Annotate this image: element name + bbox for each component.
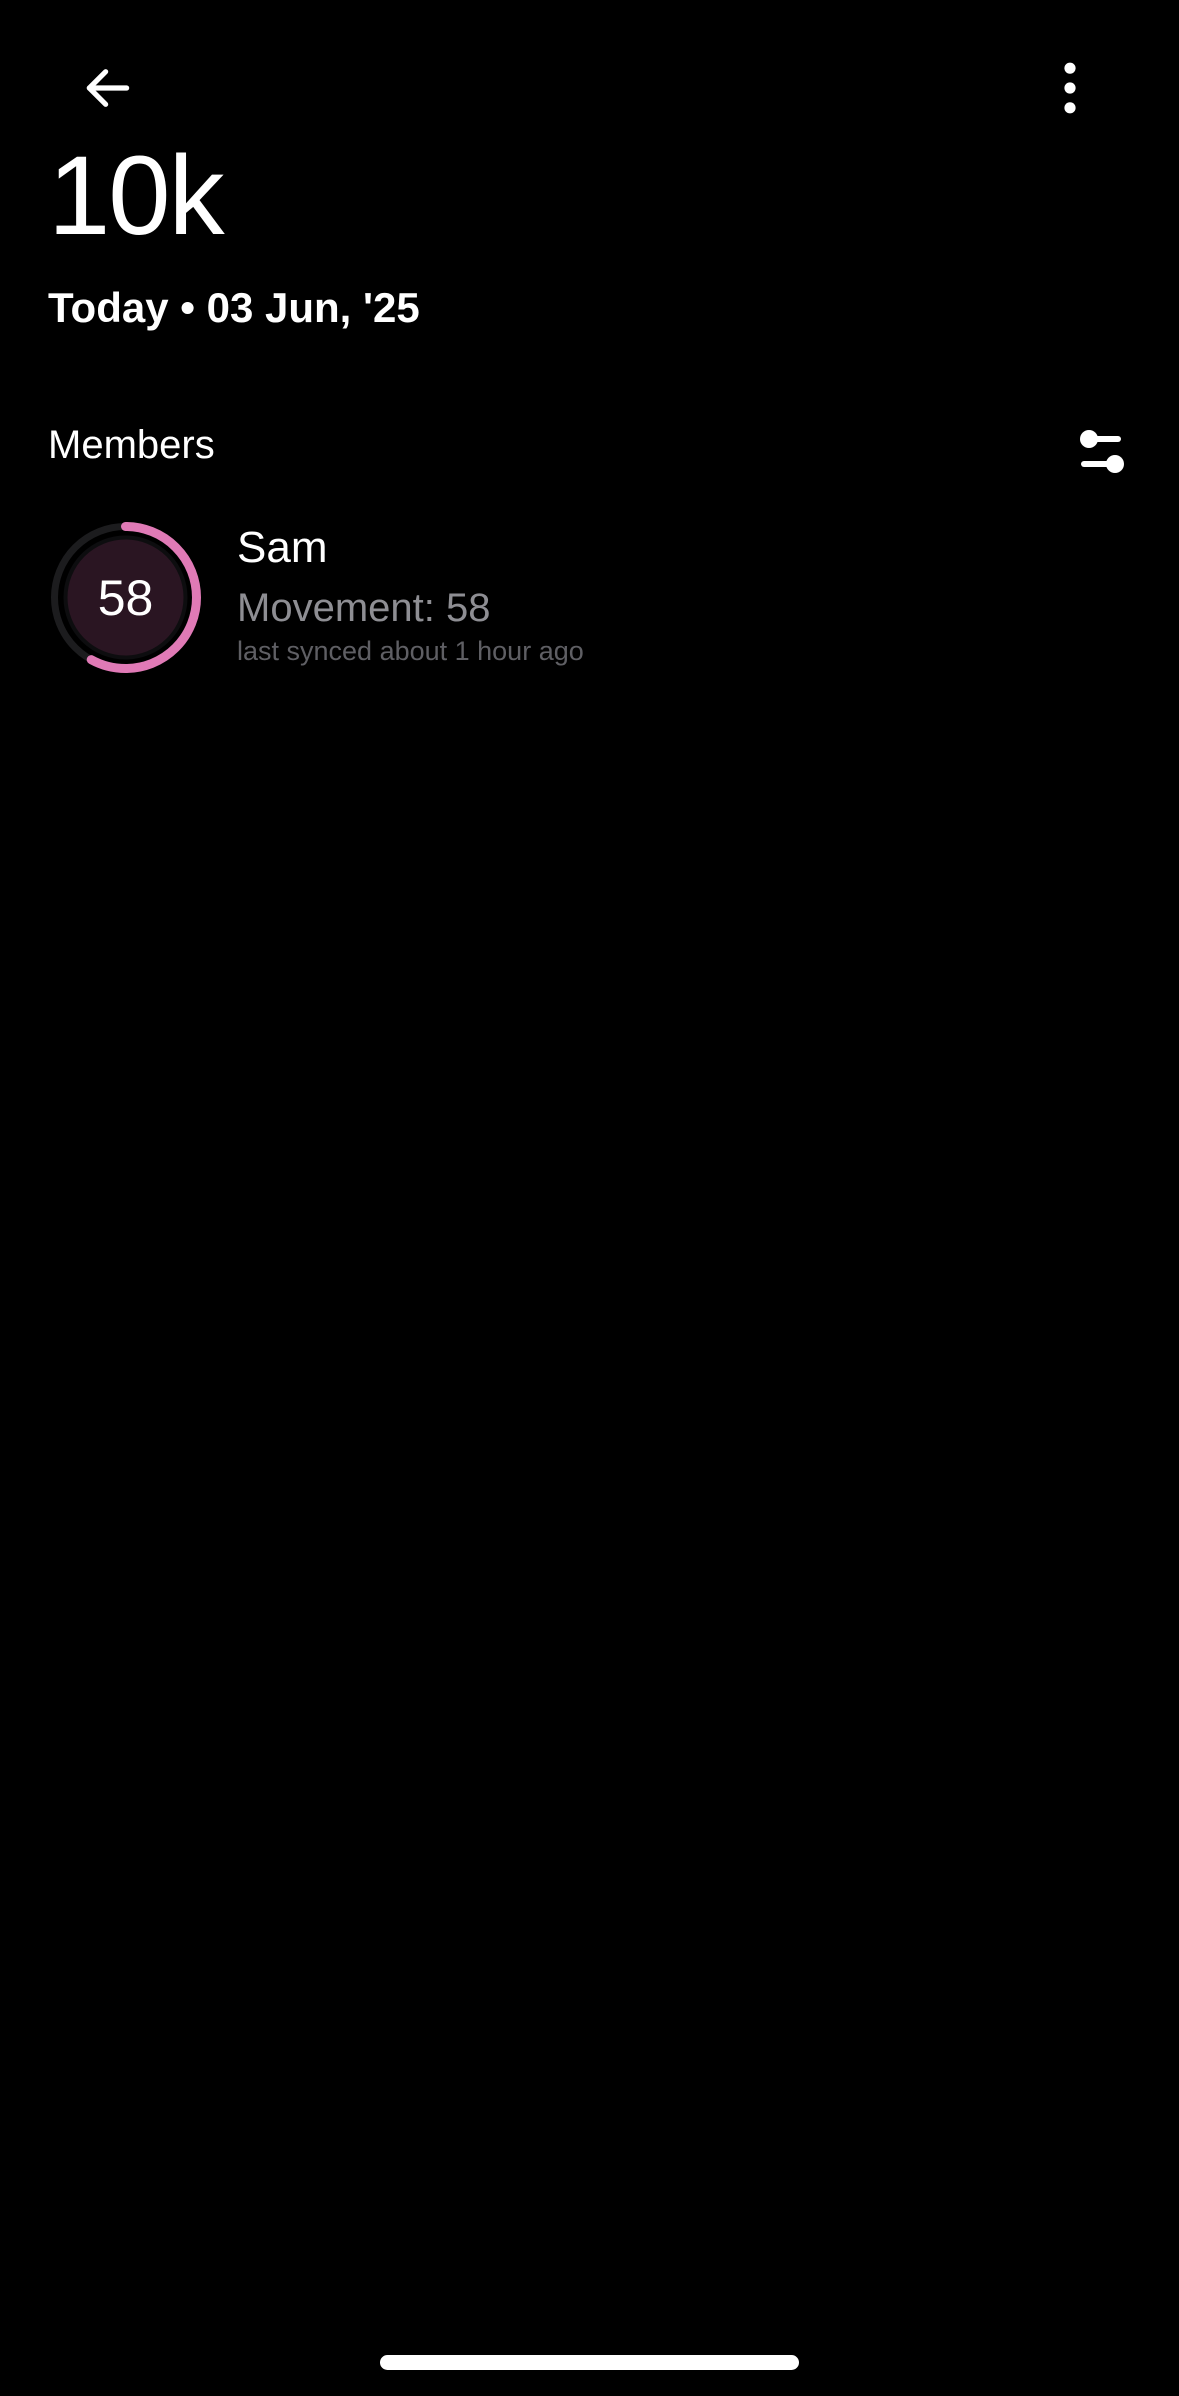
member-name: Sam (237, 523, 328, 572)
arrow-left-icon (86, 69, 130, 107)
page-title: 10k (48, 133, 225, 258)
date-label: Today • 03 Jun, '25 (48, 284, 420, 331)
more-vertical-icon (1064, 62, 1076, 114)
member-metric: Movement: 58 (237, 586, 491, 630)
more-options-button[interactable] (1022, 40, 1118, 136)
back-button[interactable] (60, 40, 156, 136)
member-score: 58 (97, 569, 154, 626)
member-sync-status: last synced about 1 hour ago (237, 636, 584, 666)
member-list-item[interactable]: 58 Sam Movement: 58 last synced about 1 … (0, 510, 1179, 680)
members-heading: Members (48, 423, 215, 467)
sliders-icon (1080, 430, 1124, 473)
home-indicator[interactable] (380, 2355, 799, 2370)
filter-button[interactable] (1054, 405, 1150, 501)
